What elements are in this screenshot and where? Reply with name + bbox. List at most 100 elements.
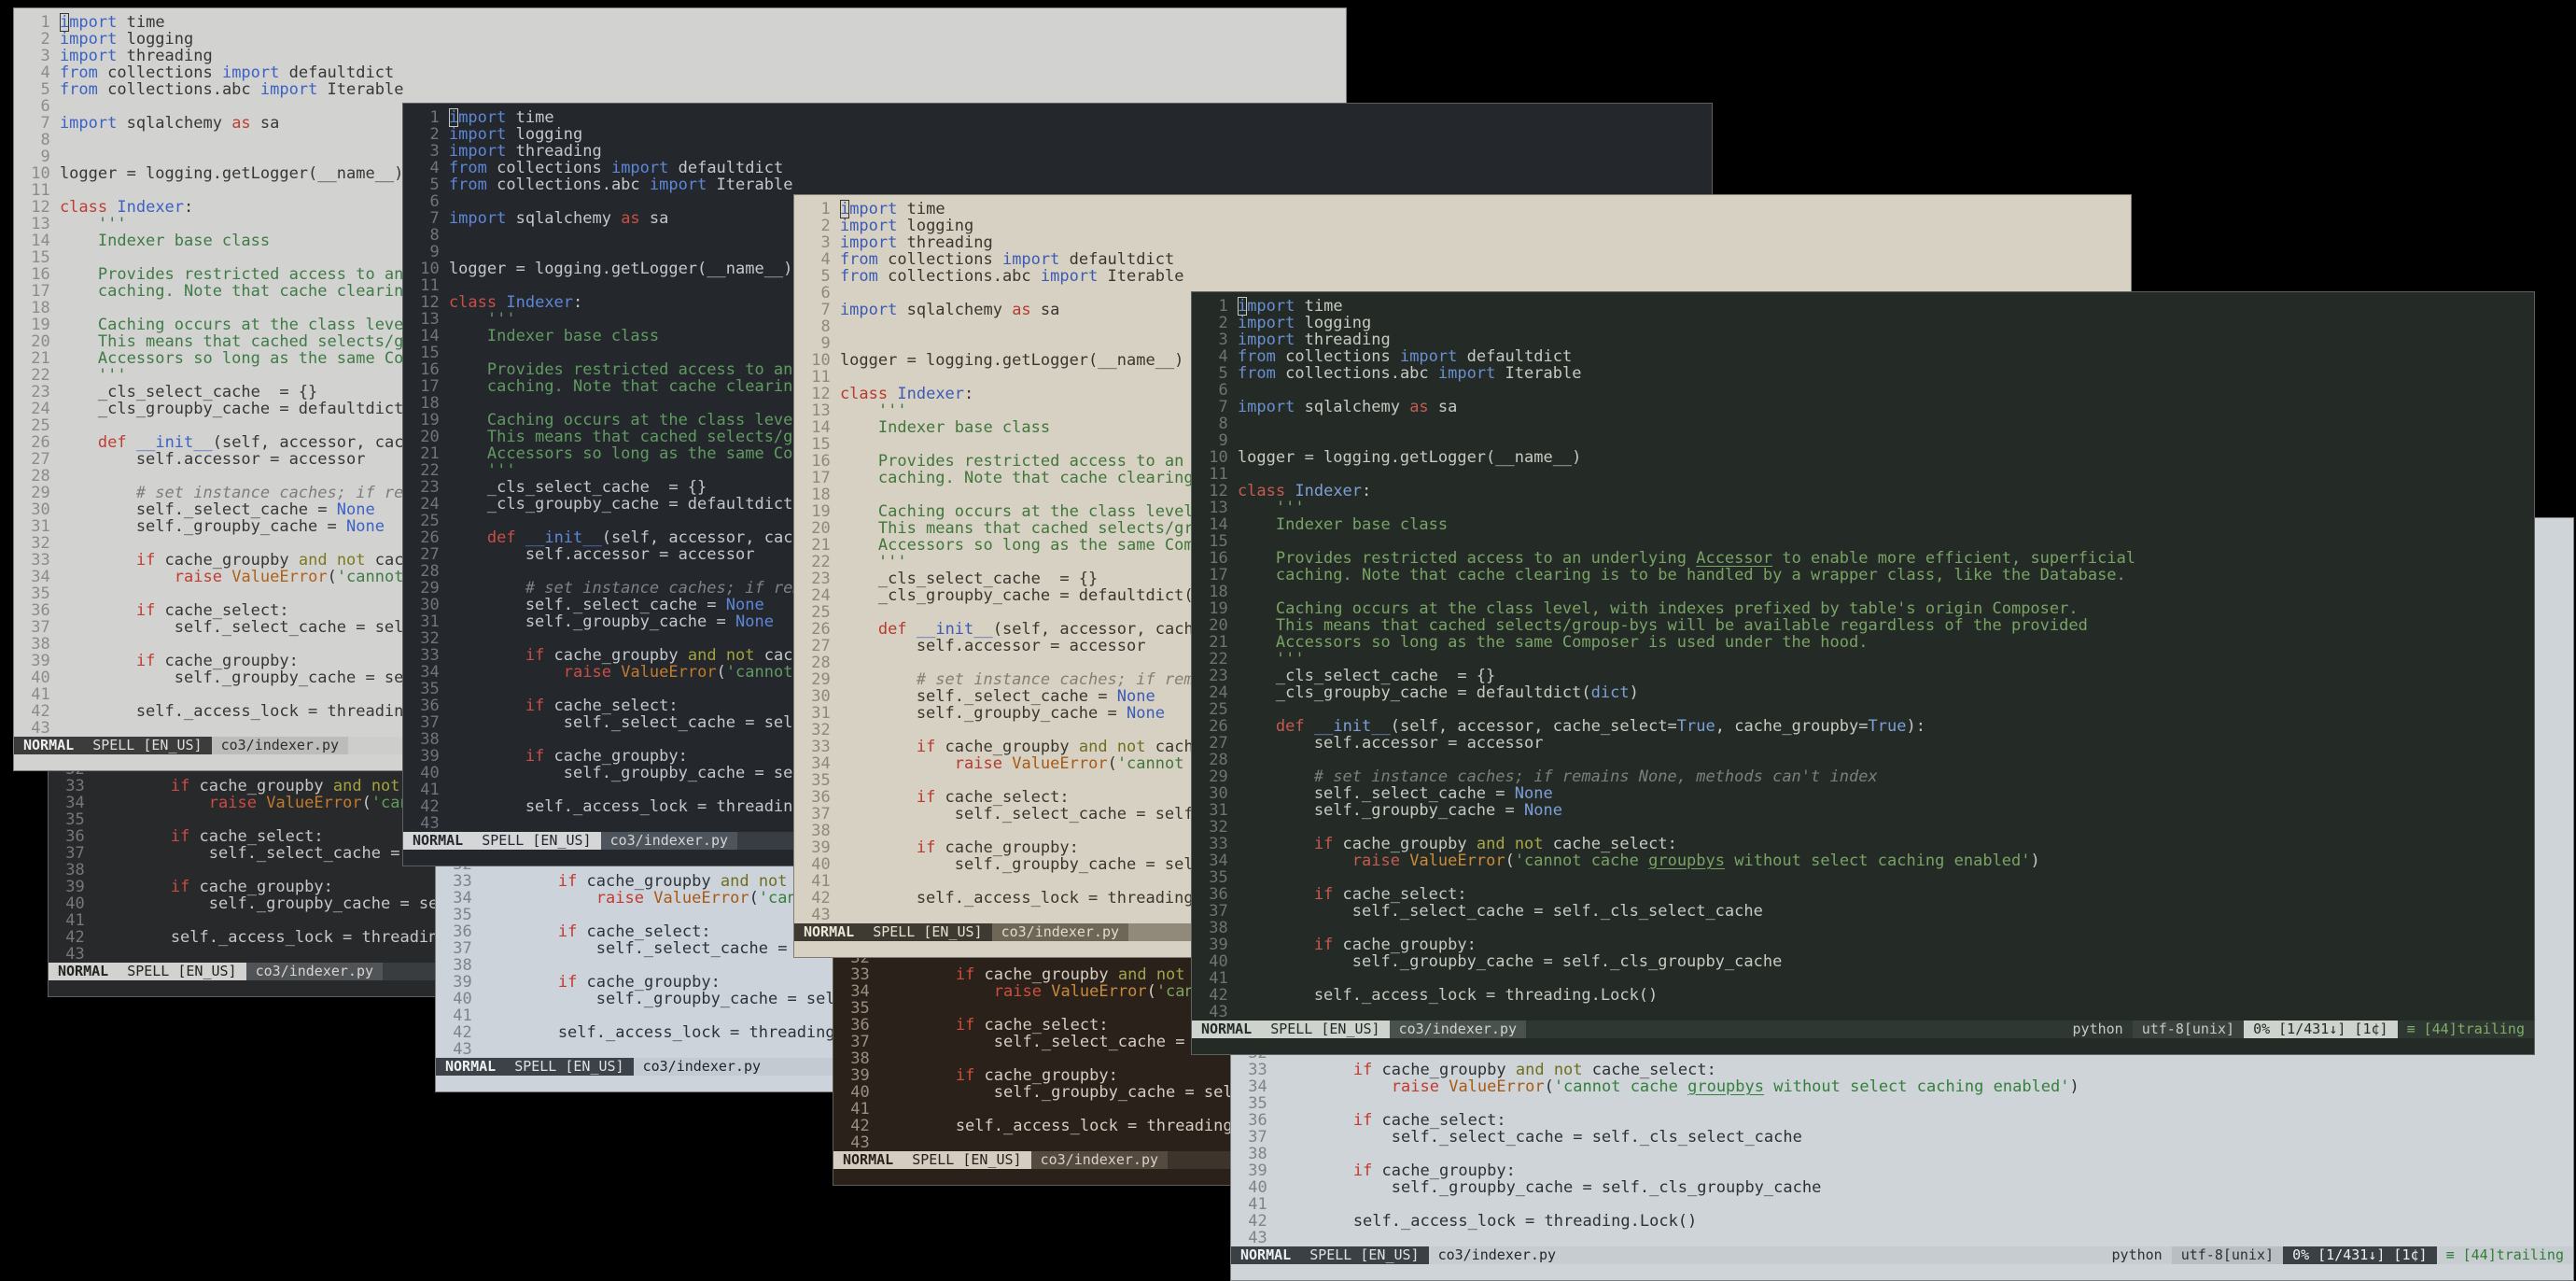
line-number: 34 (811, 754, 831, 773)
line-number: 43 (1248, 1229, 1267, 1247)
line-number: 9 (429, 243, 440, 261)
code-line: 4from collections import defaultdict (1199, 348, 2534, 365)
line-number: 6 (1218, 381, 1228, 400)
statusline-mode: NORMAL (833, 1151, 903, 1169)
code-line: 5from collections.abc import Iterable (21, 81, 1346, 98)
vim-window-evergreen-active[interactable]: 1 import time 2 import logging 3 import threa… (1191, 291, 2535, 1055)
line-number: 38 (453, 956, 472, 975)
line-number: 36 (31, 601, 50, 620)
statusline-spell: SPELL [EN_US] (863, 923, 992, 941)
code-line: 36 if cache_select: (1199, 886, 2534, 903)
line-number: 39 (850, 1066, 870, 1085)
code-line: 4from collections import defaultdict (802, 251, 2131, 268)
line-number: 18 (31, 299, 50, 317)
line-number: 29 (811, 670, 831, 689)
line-number: 6 (820, 284, 831, 303)
line-number: 40 (811, 855, 831, 874)
statusline-mode: NORMAL (14, 737, 84, 754)
line-number: 13 (1209, 499, 1228, 517)
line-number: 33 (453, 872, 472, 891)
line-number: 35 (31, 584, 50, 603)
line-number: 40 (1248, 1178, 1267, 1197)
line-number: 2 (429, 125, 440, 144)
line-number: 31 (811, 704, 831, 723)
line-number: 19 (811, 502, 831, 521)
line-number: 10 (1209, 448, 1228, 467)
line-number: 23 (811, 570, 831, 588)
line-number: 17 (420, 377, 440, 396)
code-line: 34 raise ValueError('cannot cache groupb… (1239, 1078, 2573, 1095)
line-number: 37 (850, 1033, 870, 1051)
line-number: 1 (429, 108, 440, 127)
line-number: 13 (811, 401, 831, 420)
code-line: 1import time (1199, 297, 2534, 316)
line-number: 42 (453, 1023, 472, 1042)
line-number: 42 (811, 889, 831, 908)
line-number: 41 (850, 1100, 870, 1119)
line-number: 41 (811, 872, 831, 891)
line-number: 43 (420, 814, 440, 833)
line-number: 24 (1209, 683, 1228, 702)
statusline-spell: SPELL [EN_US] (1261, 1021, 1390, 1038)
line-number: 30 (420, 596, 440, 614)
code-line: 27 self.accessor = accessor (1199, 735, 2534, 752)
line-number: 34 (850, 982, 870, 1001)
statusline-filename: co3/indexer.py (991, 923, 1129, 941)
code-line: 31 self._groupby_cache = None (1199, 802, 2534, 819)
line-number: 23 (1209, 667, 1228, 685)
line-number: 37 (65, 844, 85, 863)
line-number: 40 (31, 669, 50, 687)
line-number: 35 (850, 999, 870, 1018)
statusline-mode: NORMAL (436, 1058, 506, 1076)
statusline-position: 0% [1/431↓] [1¢] (2283, 1246, 2437, 1264)
line-number: 42 (65, 928, 85, 947)
line-number: 11 (1209, 465, 1228, 484)
code-line: 39 if cache_groupby: (1239, 1162, 2573, 1179)
line-number: 10 (811, 351, 831, 370)
line-number: 39 (420, 747, 440, 766)
code-line: 36 if cache_select: (1239, 1112, 2573, 1129)
code-line: 35 (1239, 1095, 2573, 1112)
code-line: 20 This means that cached selects/group-… (1199, 617, 2534, 634)
line-number: 17 (1209, 566, 1228, 584)
code-line: 8 (1199, 415, 2534, 432)
line-number: 41 (65, 911, 85, 930)
line-number: 31 (420, 612, 440, 631)
code-line: 5from collections.abc import Iterable (802, 268, 2131, 285)
line-number: 10 (420, 260, 440, 278)
line-number: 36 (850, 1016, 870, 1035)
line-number: 23 (31, 383, 50, 401)
line-number: 11 (31, 181, 50, 200)
code-line: 5from collections.abc import Iterable (411, 176, 1712, 193)
code-line: 3import threading (21, 48, 1346, 64)
code-line: 37 self._select_cache = self._cls_select… (1239, 1129, 2573, 1146)
code-line: 2import logging (411, 126, 1712, 143)
statusline-filetype: python (2072, 1021, 2123, 1037)
line-number: 36 (1248, 1111, 1267, 1130)
line-number: 38 (811, 822, 831, 840)
line-number: 1 (40, 13, 50, 32)
line-number: 16 (31, 265, 50, 284)
code-line: 22 ''' (1199, 651, 2534, 668)
line-number: 20 (811, 519, 831, 538)
line-number: 9 (40, 148, 50, 166)
code-line: 21 Accessors so long as the same Compose… (1199, 634, 2534, 651)
line-number: 39 (65, 878, 85, 896)
line-number: 28 (420, 562, 440, 581)
line-number: 4 (40, 63, 50, 82)
code-line: 3import threading (802, 234, 2131, 251)
line-number: 40 (453, 990, 472, 1008)
line-number: 5 (820, 267, 831, 286)
code-line: 30 self._select_cache = None (1199, 785, 2534, 802)
code-line: 13 ''' (1199, 500, 2534, 516)
code-line: 43 (1239, 1230, 2573, 1246)
line-number: 38 (1248, 1145, 1267, 1163)
statusline: NORMALSPELL [EN_US]co3/indexer.py pythonu… (1231, 1246, 2573, 1264)
line-number: 27 (420, 545, 440, 564)
statusline-spell: SPELL [EN_US] (83, 737, 212, 754)
statusline-filename: co3/indexer.py (245, 963, 384, 980)
line-number: 35 (453, 906, 472, 924)
line-number: 41 (1209, 969, 1228, 988)
code-line: 42 self._access_lock = threading.Lock() (1199, 987, 2534, 1004)
line-number: 26 (1209, 717, 1228, 736)
